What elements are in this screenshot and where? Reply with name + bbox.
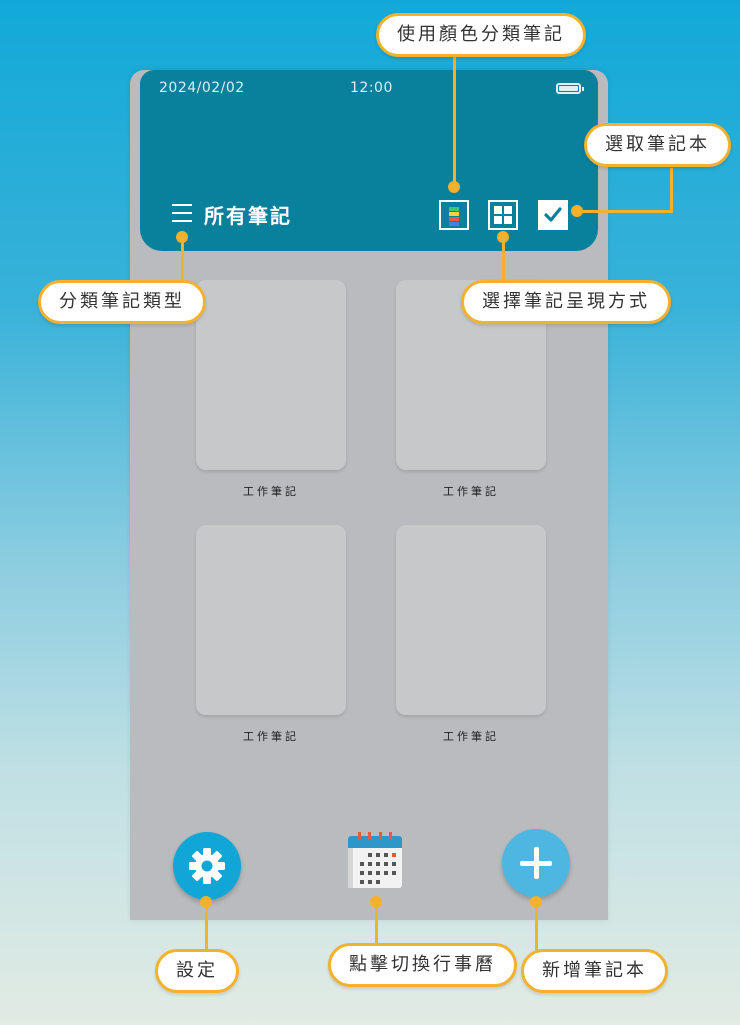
connector-dot bbox=[200, 896, 212, 908]
connector-dot bbox=[448, 181, 460, 193]
status-time: 12:00 bbox=[350, 80, 393, 96]
battery-icon bbox=[556, 83, 584, 94]
status-date: 2024/02/02 bbox=[159, 80, 245, 96]
connector-line bbox=[535, 904, 538, 950]
settings-button[interactable] bbox=[173, 832, 241, 900]
callout-color-classify: 使用顏色分類筆記 bbox=[376, 13, 586, 57]
grid-view-icon bbox=[494, 206, 502, 214]
connector-line bbox=[375, 904, 378, 944]
color-category-button[interactable] bbox=[439, 200, 469, 230]
color-category-icon bbox=[449, 207, 459, 211]
app-header: 2024/02/02 12:00 所有筆記 bbox=[140, 70, 598, 251]
calendar-icon bbox=[348, 832, 402, 888]
connector-line bbox=[579, 210, 673, 213]
callout-add-notebook: 新增筆記本 bbox=[521, 949, 668, 993]
notebook-card[interactable] bbox=[396, 525, 546, 715]
callout-settings: 設定 bbox=[155, 949, 239, 993]
connector-line bbox=[453, 55, 456, 187]
add-notebook-button[interactable] bbox=[502, 829, 570, 897]
connector-dot bbox=[530, 896, 542, 908]
connector-line bbox=[205, 904, 208, 950]
notebook-card[interactable] bbox=[196, 280, 346, 470]
callout-select-notebook: 選取筆記本 bbox=[584, 123, 731, 167]
notebook-label: 工作筆記 bbox=[443, 730, 499, 743]
notebook-label: 工作筆記 bbox=[243, 485, 299, 498]
connector-line bbox=[670, 168, 673, 212]
page-title: 所有筆記 bbox=[204, 204, 292, 228]
checkbox-icon bbox=[544, 207, 562, 222]
connector-dot bbox=[370, 896, 382, 908]
connector-dot bbox=[571, 205, 583, 217]
connector-dot bbox=[176, 231, 188, 243]
callout-calendar-toggle: 點擊切換行事曆 bbox=[328, 943, 517, 987]
grid-view-button[interactable] bbox=[488, 200, 518, 230]
callout-display-mode: 選擇筆記呈現方式 bbox=[461, 280, 671, 324]
app-screen: 2024/02/02 12:00 所有筆記 工作筆記 工作筆記 工作筆記 工作筆… bbox=[130, 70, 608, 920]
calendar-toggle[interactable] bbox=[348, 832, 402, 888]
gear-icon bbox=[189, 848, 225, 884]
callout-category-type: 分類筆記類型 bbox=[38, 280, 206, 324]
menu-icon[interactable] bbox=[172, 204, 192, 222]
connector-dot bbox=[497, 231, 509, 243]
select-notebook-button[interactable] bbox=[538, 200, 568, 230]
notebook-label: 工作筆記 bbox=[243, 730, 299, 743]
notebook-label: 工作筆記 bbox=[443, 485, 499, 498]
notebook-card[interactable] bbox=[196, 525, 346, 715]
connector-line bbox=[502, 241, 505, 281]
connector-line bbox=[181, 241, 184, 281]
